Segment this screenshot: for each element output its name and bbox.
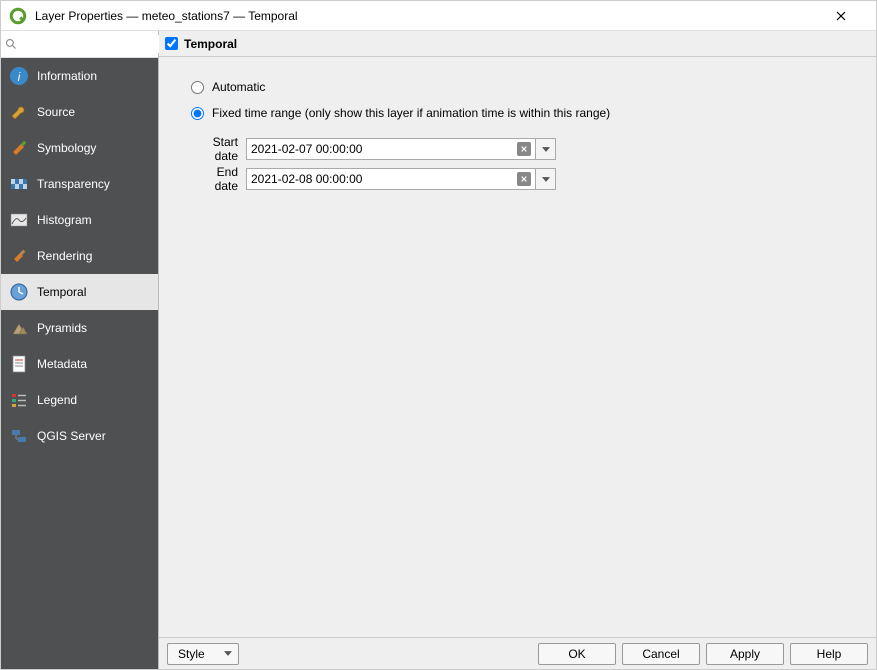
sidebar-item-rendering[interactable]: Rendering	[1, 238, 158, 274]
cancel-button[interactable]: Cancel	[622, 643, 700, 665]
sidebar-item-label: Information	[37, 69, 97, 83]
chevron-down-icon	[224, 651, 232, 656]
pyramids-icon	[9, 318, 29, 338]
sidebar-search[interactable]	[1, 31, 158, 58]
info-icon: i	[9, 66, 29, 86]
close-button[interactable]	[836, 11, 868, 21]
date-form: Start date End date	[191, 135, 862, 193]
radio-row-automatic: Automatic	[191, 75, 862, 99]
start-date-label: Start date	[191, 135, 246, 163]
apply-button[interactable]: Apply	[706, 643, 784, 665]
end-date-input[interactable]	[251, 172, 517, 186]
sidebar-item-label: Metadata	[37, 357, 87, 371]
sidebar-item-histogram[interactable]: Histogram	[1, 202, 158, 238]
style-button-label: Style	[178, 647, 205, 661]
clear-icon[interactable]	[517, 142, 531, 156]
document-icon	[9, 354, 29, 374]
radio-automatic-label: Automatic	[212, 80, 265, 94]
sidebar-item-qgis-server[interactable]: QGIS Server	[1, 418, 158, 454]
panel-header: Temporal	[159, 31, 876, 57]
wrench-icon	[9, 102, 29, 122]
sidebar-item-metadata[interactable]: Metadata	[1, 346, 158, 382]
help-button[interactable]: Help	[790, 643, 868, 665]
start-date-dropdown[interactable]	[536, 138, 556, 160]
temporal-enable-checkbox[interactable]	[165, 37, 178, 50]
radio-row-fixed: Fixed time range (only show this layer i…	[191, 101, 862, 125]
sidebar-item-pyramids[interactable]: Pyramids	[1, 310, 158, 346]
transparency-icon	[9, 174, 29, 194]
qgis-logo-icon	[9, 7, 27, 25]
clock-icon	[9, 282, 29, 302]
server-icon	[9, 426, 29, 446]
start-date-row: Start date	[191, 135, 862, 163]
svg-text:i: i	[18, 70, 21, 84]
radio-fixed-label: Fixed time range (only show this layer i…	[212, 106, 610, 120]
panel-body: Automatic Fixed time range (only show th…	[159, 57, 876, 637]
sidebar-item-label: Symbology	[37, 141, 96, 155]
content-panel: Temporal Automatic Fixed time range (onl…	[159, 31, 876, 669]
end-date-label: End date	[191, 165, 246, 193]
end-date-field[interactable]	[246, 168, 536, 190]
end-date-dropdown[interactable]	[536, 168, 556, 190]
paintbrush-icon	[9, 138, 29, 158]
sidebar-item-label: Transparency	[37, 177, 110, 191]
sidebar-item-label: QGIS Server	[37, 429, 106, 443]
start-date-field[interactable]	[246, 138, 536, 160]
panel-header-label: Temporal	[184, 37, 237, 51]
sidebar-item-source[interactable]: Source	[1, 94, 158, 130]
brush-icon	[9, 246, 29, 266]
radio-fixed[interactable]	[191, 107, 204, 120]
sidebar-item-label: Source	[37, 105, 75, 119]
dialog-footer: Style OK Cancel Apply Help	[159, 637, 876, 669]
sidebar-item-transparency[interactable]: Transparency	[1, 166, 158, 202]
legend-icon	[9, 390, 29, 410]
chevron-down-icon	[542, 177, 550, 182]
sidebar-item-label: Histogram	[37, 213, 92, 227]
radio-automatic[interactable]	[191, 81, 204, 94]
sidebar-item-label: Rendering	[37, 249, 92, 263]
end-date-row: End date	[191, 165, 862, 193]
clear-icon[interactable]	[517, 172, 531, 186]
ok-button[interactable]: OK	[538, 643, 616, 665]
start-date-input[interactable]	[251, 142, 517, 156]
sidebar-item-label: Temporal	[37, 285, 86, 299]
close-icon	[836, 11, 846, 21]
sidebar-item-label: Pyramids	[37, 321, 87, 335]
sidebar-item-legend[interactable]: Legend	[1, 382, 158, 418]
sidebar-item-label: Legend	[37, 393, 77, 407]
sidebar-wrap: i Information Source Symbology	[1, 31, 159, 669]
main-area: i Information Source Symbology	[1, 31, 876, 669]
search-icon	[5, 38, 17, 50]
sidebar-item-temporal[interactable]: Temporal	[1, 274, 158, 310]
sidebar-item-symbology[interactable]: Symbology	[1, 130, 158, 166]
sidebar-list: i Information Source Symbology	[1, 58, 158, 669]
sidebar-item-information[interactable]: i Information	[1, 58, 158, 94]
titlebar: Layer Properties — meteo_stations7 — Tem…	[1, 1, 876, 31]
histogram-icon	[9, 210, 29, 230]
style-menu-button[interactable]: Style	[167, 643, 239, 665]
window-title: Layer Properties — meteo_stations7 — Tem…	[35, 9, 836, 23]
chevron-down-icon	[542, 147, 550, 152]
